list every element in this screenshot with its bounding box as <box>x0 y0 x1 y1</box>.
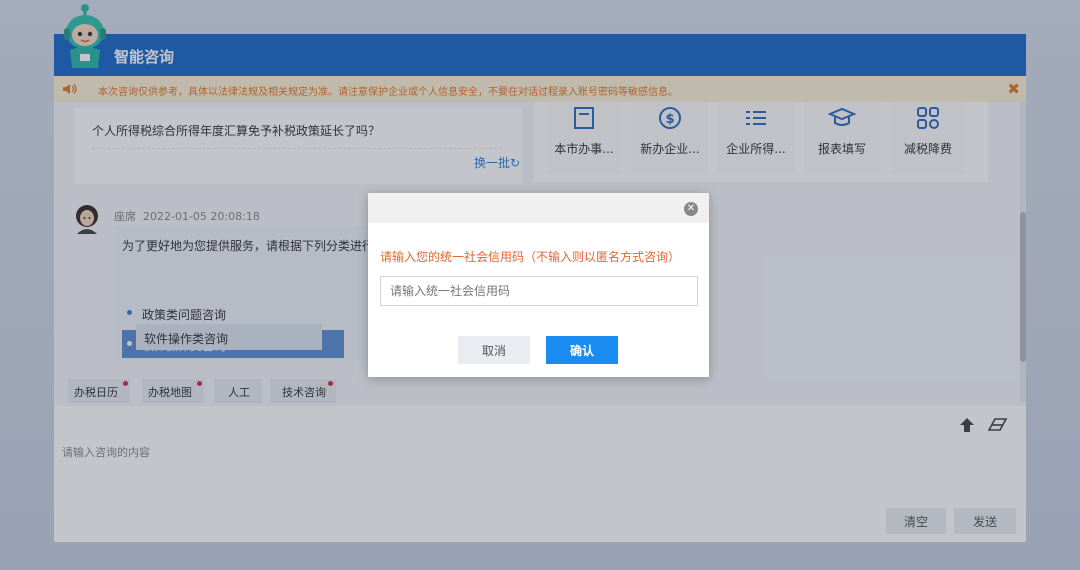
dialog-tip: 请输入您的统一社会信用码（不输入则以匿名方式咨询） <box>380 250 681 264</box>
credit-code-input[interactable] <box>380 276 698 306</box>
cancel-button[interactable]: 取消 <box>458 336 530 364</box>
dialog-title-bar: ✕ <box>368 193 709 223</box>
close-icon[interactable]: ✕ <box>684 202 698 216</box>
credit-code-dialog: ✕ 请输入您的统一社会信用码（不输入则以匿名方式咨询） 取消 确认 <box>368 193 709 377</box>
confirm-button[interactable]: 确认 <box>546 336 618 364</box>
